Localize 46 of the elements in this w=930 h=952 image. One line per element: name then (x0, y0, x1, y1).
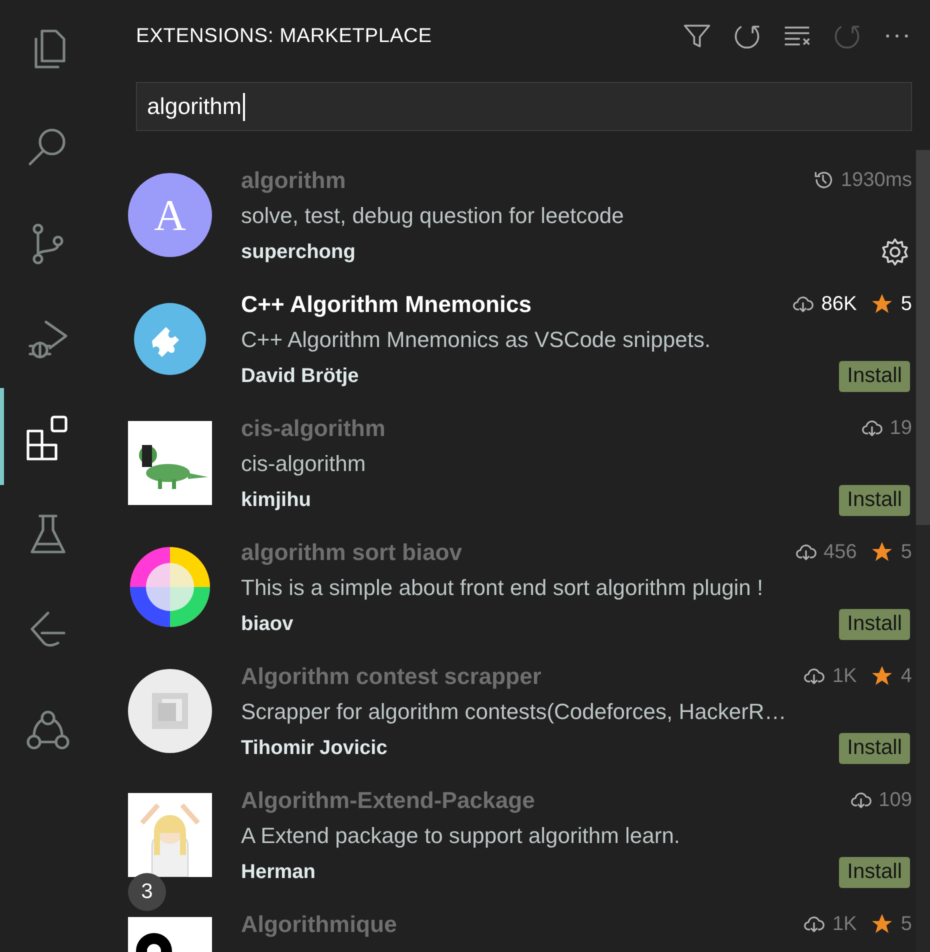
cube-icon (128, 669, 212, 753)
extension-name: cis-algorithm (241, 414, 386, 442)
download-count: 19 (890, 416, 912, 440)
count-badge: 3 (128, 873, 166, 911)
rating: 5 (900, 292, 912, 316)
download-count: 456 (824, 540, 857, 564)
publisher-name: biaov (241, 612, 294, 636)
extension-name: Algorithm contest scrapper (241, 662, 542, 690)
extension-description: Scrapper for algorithm contests(Codeforces, HackerR… (241, 698, 788, 726)
panel-title: EXTENSIONS: MARKETPLACE (136, 24, 432, 48)
install-button[interactable]: Install (839, 608, 910, 640)
install-button[interactable]: Install (839, 360, 910, 392)
settings-icon[interactable] (880, 237, 910, 267)
extension-description: solve, test, debug question for leetcode (241, 202, 625, 230)
extension-name: algorithm (241, 166, 346, 194)
search-field[interactable]: algorithm (136, 82, 912, 131)
download-count: 1K (832, 664, 857, 688)
star-icon (870, 912, 894, 936)
rating: 4 (900, 664, 912, 688)
star-icon (870, 292, 894, 316)
install-button[interactable]: Install (839, 856, 910, 888)
publisher-name: Herman (241, 860, 316, 884)
publisher-name: David Brötje (241, 364, 359, 388)
extension-name: Algorithmique (241, 910, 397, 938)
install-button[interactable]: Install (839, 732, 910, 764)
star-icon (870, 540, 894, 564)
star-icon (870, 664, 894, 688)
extension-description: This is a simple about front end sort algorithm plugin ! (241, 574, 764, 602)
download-count: 109 (878, 788, 912, 812)
rating: 5 (900, 912, 912, 936)
extension-description: A Extend package to support algorithm learn. (241, 822, 682, 850)
install-button[interactable]: Install (839, 484, 910, 516)
activation-time: 1930ms (840, 168, 912, 192)
publisher-name: kimjihu (241, 488, 312, 512)
download-count: 86K (821, 292, 857, 316)
extension-name: Algorithm-Extend-Package (241, 786, 535, 814)
rating: 5 (900, 540, 912, 564)
extension-description: C++ Algorithm Mnemonics as VSCode snippets. (241, 326, 712, 354)
letter-avatar: A (128, 173, 212, 257)
scrollbar[interactable] (916, 150, 930, 952)
publisher-name: Tihomir Jovicic (241, 736, 388, 760)
extension-description: cis-algorithm (241, 450, 367, 478)
download-count: 1K (832, 912, 857, 936)
extension-name: C++ Algorithm Mnemonics (241, 290, 532, 318)
extension-name: algorithm sort biaov (241, 538, 462, 566)
publisher-name: superchong (241, 240, 356, 264)
